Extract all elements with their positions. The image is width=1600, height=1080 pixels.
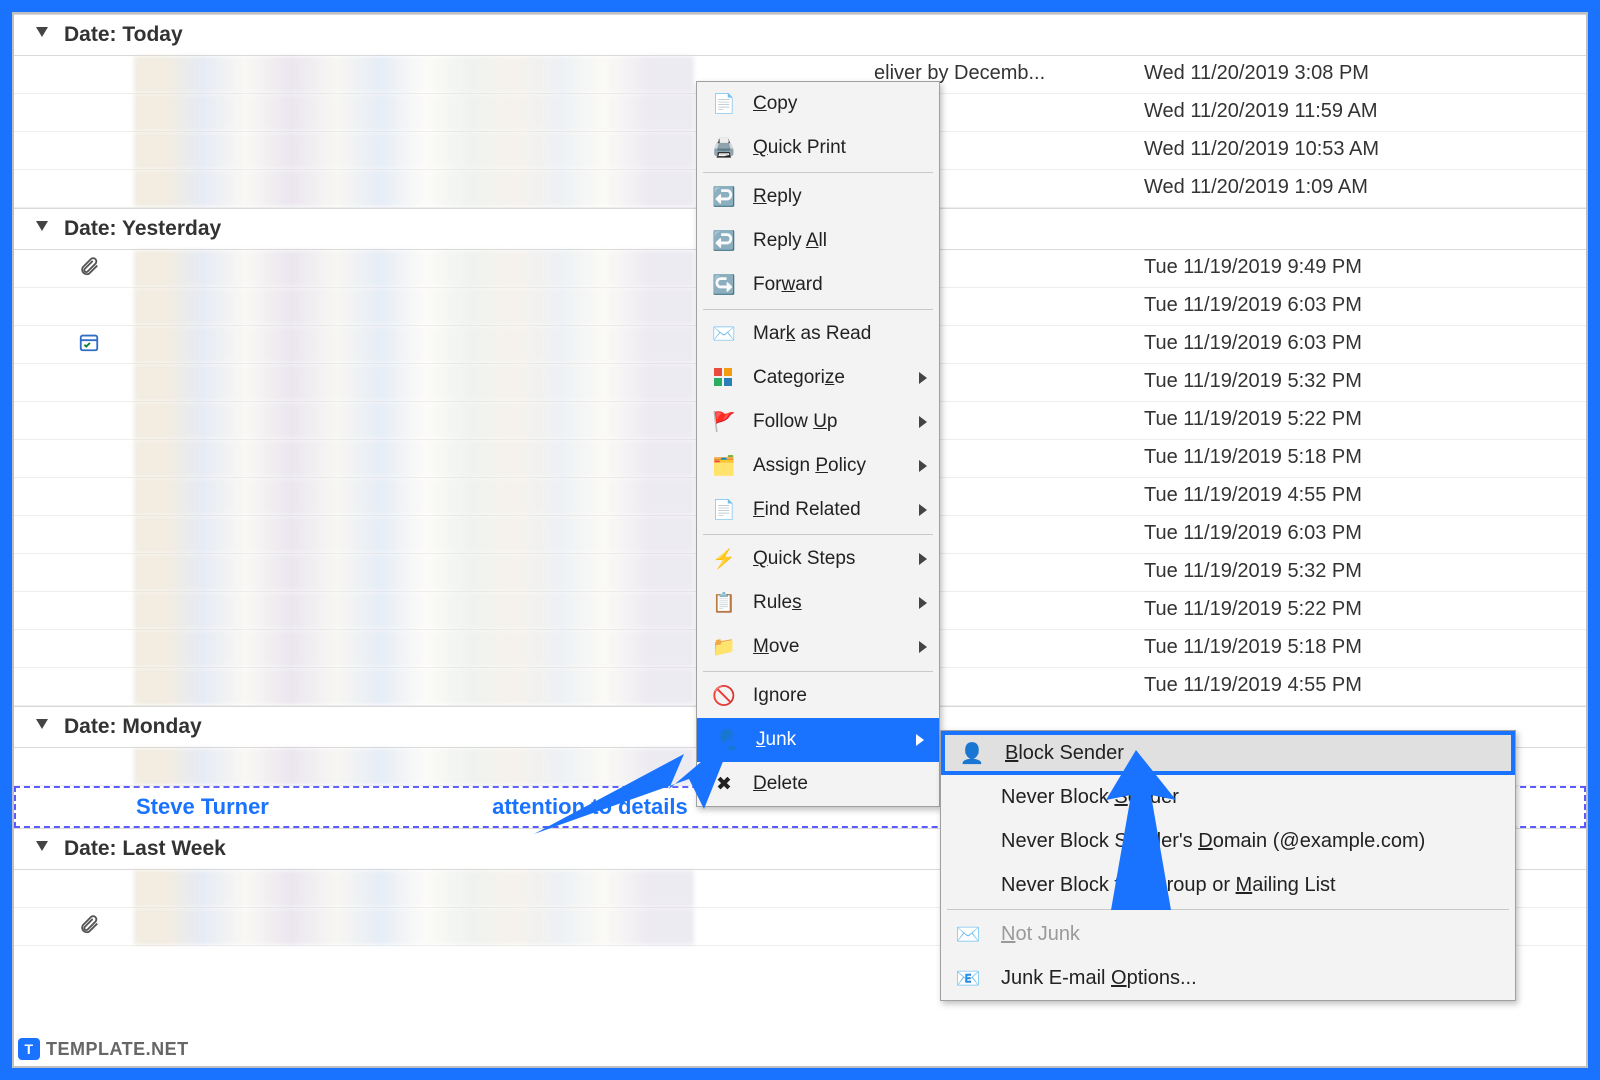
junk-options-icon: 📧 xyxy=(955,965,981,991)
submenu-never-block-sender[interactable]: Never Block SenderNever Block Sender xyxy=(941,775,1515,819)
submenu-junk-options[interactable]: 📧Junk E-mail Options...Junk E-mail Optio… xyxy=(941,956,1515,1000)
mail-date: Tue 11/19/2019 9:49 PM xyxy=(1144,256,1362,279)
ctx-quick-print[interactable]: 🖨️Quick PrintQuick Print xyxy=(697,126,939,170)
mail-date: Wed 11/20/2019 11:59 AM xyxy=(1144,100,1378,123)
submenu-block-sender[interactable]: 👤Block SenderBlock Sender xyxy=(941,731,1515,775)
group-today[interactable]: Date: Today xyxy=(14,14,1586,56)
ctx-assign-policy[interactable]: 🗂️Assign PolicyAssign Policy xyxy=(697,444,939,488)
mail-date: Wed 11/20/2019 10:53 AM xyxy=(1144,138,1379,161)
submenu-arrow-icon xyxy=(919,460,927,472)
collapse-icon xyxy=(36,27,48,37)
envelope-icon: ✉️ xyxy=(711,321,737,347)
reply-all-icon: ↩️ xyxy=(711,228,737,254)
policy-icon: 🗂️ xyxy=(711,453,737,479)
junk-submenu: 👤Block SenderBlock Sender Never Block Se… xyxy=(940,730,1516,1001)
watermark: T TEMPLATE.NET xyxy=(18,1038,189,1060)
mail-date: Tue 11/19/2019 6:03 PM xyxy=(1144,294,1362,317)
categorize-icon xyxy=(711,365,737,391)
group-label: Date: Today xyxy=(64,23,183,46)
calendar-icon xyxy=(78,331,100,359)
submenu-never-block-domain[interactable]: Never Block Sender's Domain (@example.co… xyxy=(941,819,1515,863)
block-sender-icon: 👤 xyxy=(959,740,985,766)
ctx-mark-read[interactable]: ✉️Mark as ReadMark as Read xyxy=(697,312,939,356)
mail-date: Tue 11/19/2019 6:03 PM xyxy=(1144,522,1362,545)
reply-icon: ↩️ xyxy=(711,184,737,210)
ctx-ignore[interactable]: 🚫IgnoreIgnore xyxy=(697,674,939,718)
ctx-rules[interactable]: 📋RulesRules xyxy=(697,581,939,625)
mail-date: Tue 11/19/2019 5:22 PM xyxy=(1144,598,1362,621)
mail-date: Tue 11/19/2019 5:18 PM xyxy=(1144,446,1362,469)
group-label: Date: Yesterday xyxy=(64,217,221,240)
forward-icon: ↪️ xyxy=(711,272,737,298)
ctx-categorize[interactable]: CategorizeCategorize xyxy=(697,356,939,400)
submenu-arrow-icon xyxy=(919,372,927,384)
annotation-arrow-icon xyxy=(1076,750,1196,910)
submenu-arrow-icon xyxy=(919,597,927,609)
collapse-icon xyxy=(36,841,48,851)
lightning-icon: ⚡ xyxy=(711,546,737,572)
ctx-forward[interactable]: ↪️ForwardForward xyxy=(697,263,939,307)
attachment-icon xyxy=(78,913,100,941)
submenu-arrow-icon xyxy=(919,416,927,428)
mail-date: Tue 11/19/2019 5:18 PM xyxy=(1144,636,1362,659)
attachment-icon xyxy=(78,255,100,283)
rules-icon: 📋 xyxy=(711,590,737,616)
selected-sender: Steve Turner xyxy=(136,794,416,820)
annotation-arrow-icon xyxy=(534,734,734,834)
mail-date: Tue 11/19/2019 5:32 PM xyxy=(1144,560,1362,583)
submenu-not-junk: ✉️Not JunkNot Junk xyxy=(941,912,1515,956)
collapse-icon xyxy=(36,221,48,231)
template-logo-icon: T xyxy=(18,1038,40,1060)
find-icon: 📄 xyxy=(711,497,737,523)
ignore-icon: 🚫 xyxy=(711,683,737,709)
printer-icon: 🖨️ xyxy=(711,135,737,161)
context-menu: 📄CCopyopy 🖨️Quick PrintQuick Print ↩️Rep… xyxy=(696,81,940,807)
submenu-arrow-icon xyxy=(916,734,924,746)
mail-date: Wed 11/20/2019 3:08 PM xyxy=(1144,62,1369,85)
submenu-arrow-icon xyxy=(919,641,927,653)
mail-date: Tue 11/19/2019 5:32 PM xyxy=(1144,370,1362,393)
submenu-arrow-icon xyxy=(919,553,927,565)
ctx-move[interactable]: 📁MoveMove xyxy=(697,625,939,669)
watermark-text: TEMPLATE.NET xyxy=(46,1039,189,1060)
group-label: Date: Last Week xyxy=(64,837,226,860)
ctx-reply[interactable]: ↩️ReplyReply xyxy=(697,175,939,219)
ctx-follow-up[interactable]: 🚩Follow UpFollow Up xyxy=(697,400,939,444)
submenu-never-block-group[interactable]: Never Block this Group or Mailing ListNe… xyxy=(941,863,1515,907)
mail-date: Tue 11/19/2019 5:22 PM xyxy=(1144,408,1362,431)
not-junk-icon: ✉️ xyxy=(955,921,981,947)
mail-date: Tue 11/19/2019 4:55 PM xyxy=(1144,674,1362,697)
copy-icon: 📄 xyxy=(711,91,737,117)
ctx-reply-all[interactable]: ↩️Reply AllReply All xyxy=(697,219,939,263)
mail-date: Wed 11/20/2019 1:09 AM xyxy=(1144,176,1368,199)
submenu-arrow-icon xyxy=(919,504,927,516)
collapse-icon xyxy=(36,719,48,729)
mail-date: Tue 11/19/2019 6:03 PM xyxy=(1144,332,1362,355)
mail-date: Tue 11/19/2019 4:55 PM xyxy=(1144,484,1362,507)
ctx-find-related[interactable]: 📄Find RelatedFind Related xyxy=(697,488,939,532)
flag-icon: 🚩 xyxy=(711,409,737,435)
ctx-quick-steps[interactable]: ⚡Quick StepsQuick Steps xyxy=(697,537,939,581)
ctx-copy[interactable]: 📄CCopyopy xyxy=(697,82,939,126)
move-icon: 📁 xyxy=(711,634,737,660)
group-label: Date: Monday xyxy=(64,715,202,738)
